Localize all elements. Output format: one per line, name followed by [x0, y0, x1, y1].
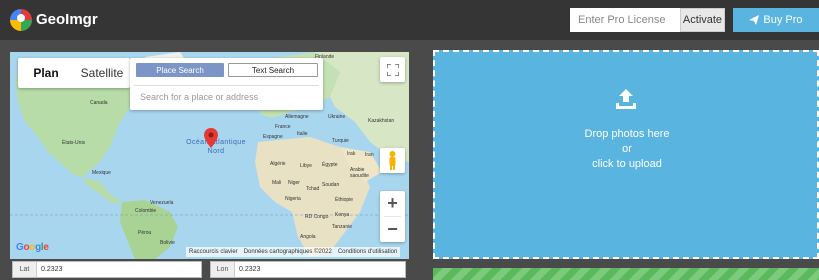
- map-label-irak: Irak: [347, 151, 356, 157]
- map-label-soudan: Soudan: [322, 182, 340, 188]
- longitude-value[interactable]: 0.2323: [235, 266, 260, 273]
- map-label-espagne: Espagne: [263, 134, 283, 140]
- terms-of-use-link[interactable]: Conditions d'utilisation: [338, 249, 398, 255]
- keyboard-shortcuts-link[interactable]: Raccourcis clavier: [189, 249, 238, 255]
- progress-stripes: [433, 268, 819, 280]
- map-view[interactable]: Finlande Canada États-Unis Mexique Allem…: [10, 52, 409, 259]
- map-type-control: Plan Satellite: [18, 58, 130, 88]
- map-label-tanzanie: Tanzanie: [332, 224, 353, 230]
- latitude-field[interactable]: Lat 0.2323: [12, 261, 202, 278]
- app-header: GeoImgr Activate Buy Pro: [0, 0, 819, 40]
- map-label-allemagne: Allemagne: [285, 114, 309, 120]
- map-data-credit: Données cartographiques ©2022: [243, 249, 332, 255]
- map-type-satellite-tab[interactable]: Satellite: [74, 58, 130, 88]
- text-search-button[interactable]: Text Search: [228, 63, 318, 77]
- place-search-input[interactable]: [134, 85, 319, 107]
- map-label-colombie: Colombie: [135, 208, 157, 214]
- map-label-italie: Italie: [297, 131, 308, 137]
- upload-instructions: Drop photos here or click to upload: [435, 127, 819, 172]
- google-logo: Google: [16, 242, 49, 253]
- map-label-tchad: Tchad: [306, 186, 320, 192]
- app-title: GeoImgr: [36, 11, 98, 28]
- buy-pro-label: Buy Pro: [763, 14, 803, 26]
- latitude-value[interactable]: 0.2323: [37, 266, 62, 273]
- place-search-button[interactable]: Place Search: [136, 63, 224, 77]
- map-label-kazakhstan: Kazakhstan: [368, 118, 395, 124]
- map-label-iran: Iran: [365, 152, 374, 158]
- upload-line-3: click to upload: [592, 158, 662, 170]
- map-label-bolivie: Bolivie: [160, 240, 175, 246]
- paper-plane-icon: [749, 15, 760, 25]
- map-label-canada: Canada: [90, 100, 108, 106]
- pro-license-input[interactable]: [570, 8, 680, 32]
- upload-icon: [616, 89, 636, 109]
- map-label-turquie: Turquie: [332, 138, 349, 144]
- map-label-mali: Mali: [272, 180, 282, 186]
- map-label-ukraine: Ukraine: [328, 114, 346, 120]
- upload-line-1: Drop photos here: [584, 128, 670, 140]
- map-attribution: Raccourcis clavier Données cartographiqu…: [186, 247, 401, 257]
- map-label-algerie: Algérie: [270, 161, 286, 167]
- activate-button[interactable]: Activate: [680, 8, 725, 32]
- map-label-libye: Libye: [300, 163, 312, 169]
- globe-pin-logo-icon: [10, 9, 32, 31]
- map-label-rdcongo: RD Congo: [305, 214, 329, 220]
- latitude-label: Lat: [13, 262, 37, 277]
- zoom-in-button[interactable]: +: [380, 191, 405, 216]
- map-label-etats-unis: États-Unis: [62, 140, 86, 146]
- map-label-perou: Pérou: [138, 230, 152, 236]
- map-type-plan-tab[interactable]: Plan: [18, 58, 74, 88]
- longitude-label: Lon: [211, 262, 235, 277]
- map-label-angola: Angola: [300, 234, 316, 240]
- map-label-niger: Niger: [288, 180, 300, 186]
- fullscreen-button[interactable]: [380, 57, 405, 82]
- map-label-france: France: [275, 124, 291, 130]
- upload-line-2: or: [622, 143, 632, 155]
- map-pin-icon[interactable]: [204, 128, 218, 148]
- map-label-arabie: Arabie saoudite: [350, 167, 369, 179]
- pegman-icon: [389, 151, 396, 170]
- buy-pro-button[interactable]: Buy Pro: [733, 8, 819, 32]
- map-label-egypte: Égypte: [322, 162, 338, 168]
- longitude-field[interactable]: Lon 0.2323: [210, 261, 406, 278]
- zoom-control: + −: [380, 191, 405, 242]
- map-label-venezuela: Venezuela: [150, 200, 174, 206]
- map-label-mexique: Mexique: [92, 170, 111, 176]
- zoom-out-button[interactable]: −: [380, 217, 405, 242]
- map-label-ethiopie: Éthiopie: [335, 197, 354, 203]
- map-label-nigeria: Nigeria: [285, 196, 301, 202]
- street-view-button[interactable]: [380, 148, 405, 173]
- map-label-kenya: Kenya: [335, 212, 350, 218]
- search-panel: Place Search Text Search: [130, 58, 323, 110]
- photo-upload-dropzone[interactable]: Drop photos here or click to upload: [433, 50, 819, 259]
- fullscreen-icon: [386, 63, 399, 76]
